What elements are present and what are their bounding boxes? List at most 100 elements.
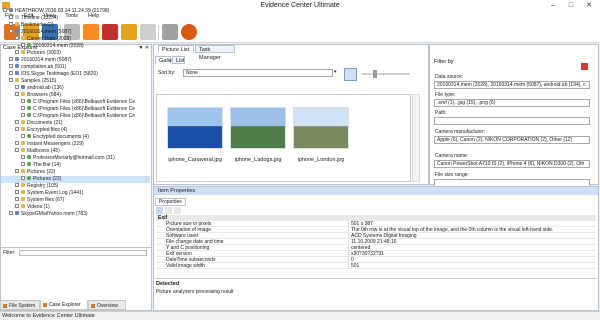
expand-toggle-icon[interactable]: [9, 21, 13, 26]
sort-alpha-icon[interactable]: [165, 207, 172, 214]
expand-toggle-icon[interactable]: [15, 126, 19, 131]
paste-icon[interactable]: [162, 24, 178, 40]
tree-node-label: The Bat (14): [33, 162, 61, 168]
expand-toggle-icon[interactable]: [9, 210, 13, 215]
folder-icon: [15, 21, 19, 26]
expand-toggle-icon[interactable]: [15, 84, 19, 89]
tree-node[interactable]: Videos (1): [1, 203, 150, 211]
expand-toggle-icon[interactable]: [15, 182, 19, 187]
folder-icon: [21, 35, 25, 40]
case-tree: HEATHROW 2016.03.14 11.24.39 (21798) Time…: [1, 8, 150, 245]
tree-node[interactable]: Documents (21): [1, 119, 150, 127]
tree-node[interactable]: Registry (105): [1, 182, 150, 190]
tree-node-label: Pictures (22): [27, 169, 56, 175]
minimize-button[interactable]: –: [548, 1, 558, 10]
clear-filter-icon[interactable]: [581, 63, 588, 70]
expand-toggle-icon[interactable]: [15, 196, 19, 201]
tab-properties[interactable]: Properties: [155, 198, 186, 206]
tree-node[interactable]: HEATHROW 2016.03.14 11.24.39 (21798): [1, 8, 150, 15]
expand-toggle-icon[interactable]: [21, 154, 25, 159]
tab-overview[interactable]: Overview: [88, 300, 126, 310]
tree-node[interactable]: Instant Messengers (229): [1, 140, 150, 148]
property-key: Valid image width: [166, 263, 346, 268]
folder-icon: [15, 77, 19, 82]
tab-case-explorer[interactable]: Case Explorer: [40, 300, 88, 310]
properties-icon[interactable]: [174, 207, 181, 214]
tree-node[interactable]: Pictures (3003): [1, 49, 150, 57]
gallery-scrollbar[interactable]: [412, 94, 420, 182]
tab-task-manager[interactable]: Task Manager: [195, 45, 235, 61]
tree-node[interactable]: android.ab (136): [1, 84, 150, 92]
tab-gallery[interactable]: Gallery: [155, 56, 176, 64]
tree-node[interactable]: Samples (2515): [1, 77, 150, 85]
property-row[interactable]: Valid image width 501: [156, 263, 596, 269]
expand-toggle-icon[interactable]: [9, 70, 13, 75]
expand-toggle-icon[interactable]: [9, 56, 13, 61]
tree-node[interactable]: 20160314.mem (5087): [1, 28, 150, 36]
close-button[interactable]: ✕: [584, 1, 594, 10]
tree-node[interactable]: System files (67): [1, 196, 150, 204]
expand-toggle-icon[interactable]: [9, 14, 13, 19]
folder-icon: [21, 182, 25, 187]
thumbnail-image[interactable]: [230, 107, 286, 149]
tree-node-label: Documents (21): [27, 120, 63, 126]
tree-node[interactable]: compilation.ab (501): [1, 63, 150, 71]
tree-node[interactable]: 20160314.mem (2028): [1, 42, 150, 50]
expand-toggle-icon[interactable]: [15, 35, 19, 40]
expand-toggle-icon[interactable]: [15, 203, 19, 208]
tab-file-system[interactable]: File System: [0, 300, 40, 310]
sort-dropdown-icon[interactable]: ▾: [334, 69, 337, 75]
tree-node[interactable]: SkypeGMailYahoo.mem (783): [1, 210, 150, 218]
expand-toggle-icon[interactable]: [15, 49, 19, 54]
sort-select[interactable]: None: [183, 69, 333, 77]
expand-toggle-icon[interactable]: [21, 42, 25, 47]
expand-toggle-icon[interactable]: [21, 161, 25, 166]
tree-node-label: Videos (1): [27, 204, 50, 210]
expand-toggle-icon[interactable]: [15, 140, 19, 145]
tree-node[interactable]: Bookmarks (2): [1, 21, 150, 29]
tree-node-label: Browsers (584): [27, 92, 61, 98]
filter-field-value[interactable]: Canon PowerShot A710 IS (2), iPhone 4 (6…: [434, 160, 590, 168]
tree-node-label: compilation.ab (501): [21, 64, 67, 70]
zoom-slider-thumb[interactable]: [373, 70, 377, 78]
expand-toggle-icon[interactable]: [9, 28, 13, 33]
tree-node[interactable]: System Event Log (1441): [1, 189, 150, 197]
expand-toggle-icon[interactable]: [15, 119, 19, 124]
tree-node[interactable]: Encrypted documents (4): [1, 133, 150, 141]
bottom-tabs: File System Case Explorer Overview: [0, 300, 152, 310]
expand-toggle-icon[interactable]: [15, 147, 19, 152]
zoom-slider[interactable]: [362, 73, 410, 75]
tab-picture-list[interactable]: Picture List: [158, 45, 194, 53]
tree-node[interactable]: IOS Skype Testimage (EO1 (5820): [1, 70, 150, 78]
expand-toggle-icon[interactable]: [9, 63, 13, 68]
filter-input[interactable]: [19, 250, 147, 256]
expand-toggle-icon[interactable]: [21, 112, 25, 117]
description-title: Detected: [156, 281, 180, 287]
filter-field-value[interactable]: Apple (6), Canon (2), NIKON CORPORATION …: [434, 136, 590, 144]
info-icon[interactable]: [181, 24, 197, 40]
filter-field-value[interactable]: [434, 117, 590, 125]
tab-list[interactable]: List: [172, 56, 185, 64]
expand-toggle-icon[interactable]: [3, 8, 7, 12]
expand-toggle-icon[interactable]: [21, 105, 25, 110]
sort-category-icon[interactable]: [156, 207, 163, 214]
expand-toggle-icon[interactable]: [15, 189, 19, 194]
tree-node[interactable]: The Bat (14): [1, 161, 150, 169]
tree-node[interactable]: C:\Program Files (x86)\Belkasoft Evidenc…: [1, 112, 150, 120]
expand-toggle-icon[interactable]: [9, 77, 13, 82]
tree-node[interactable]: Pictures (22): [1, 175, 150, 183]
expand-toggle-icon[interactable]: [21, 133, 25, 138]
filter-field-value[interactable]: .emf (1), .jpg (15), .png (6): [434, 99, 590, 107]
expand-toggle-icon[interactable]: [15, 91, 19, 96]
filter-field-value[interactable]: 20160314.mem (2028), 20160314.mem (5087)…: [434, 81, 590, 89]
expand-toggle-icon[interactable]: [15, 168, 19, 173]
thumbnail-image[interactable]: [167, 107, 223, 149]
thumb-size-icon[interactable]: [344, 68, 357, 81]
filter-bar: Filter:: [1, 247, 151, 257]
tree-node[interactable]: Timeline (13254): [1, 14, 150, 22]
thumbnail-image[interactable]: [293, 107, 349, 149]
tree-node[interactable]: 20160314.mem (5087): [1, 56, 150, 64]
expand-toggle-icon[interactable]: [21, 98, 25, 103]
expand-toggle-icon[interactable]: [21, 175, 25, 180]
maximize-button[interactable]: □: [566, 1, 576, 10]
